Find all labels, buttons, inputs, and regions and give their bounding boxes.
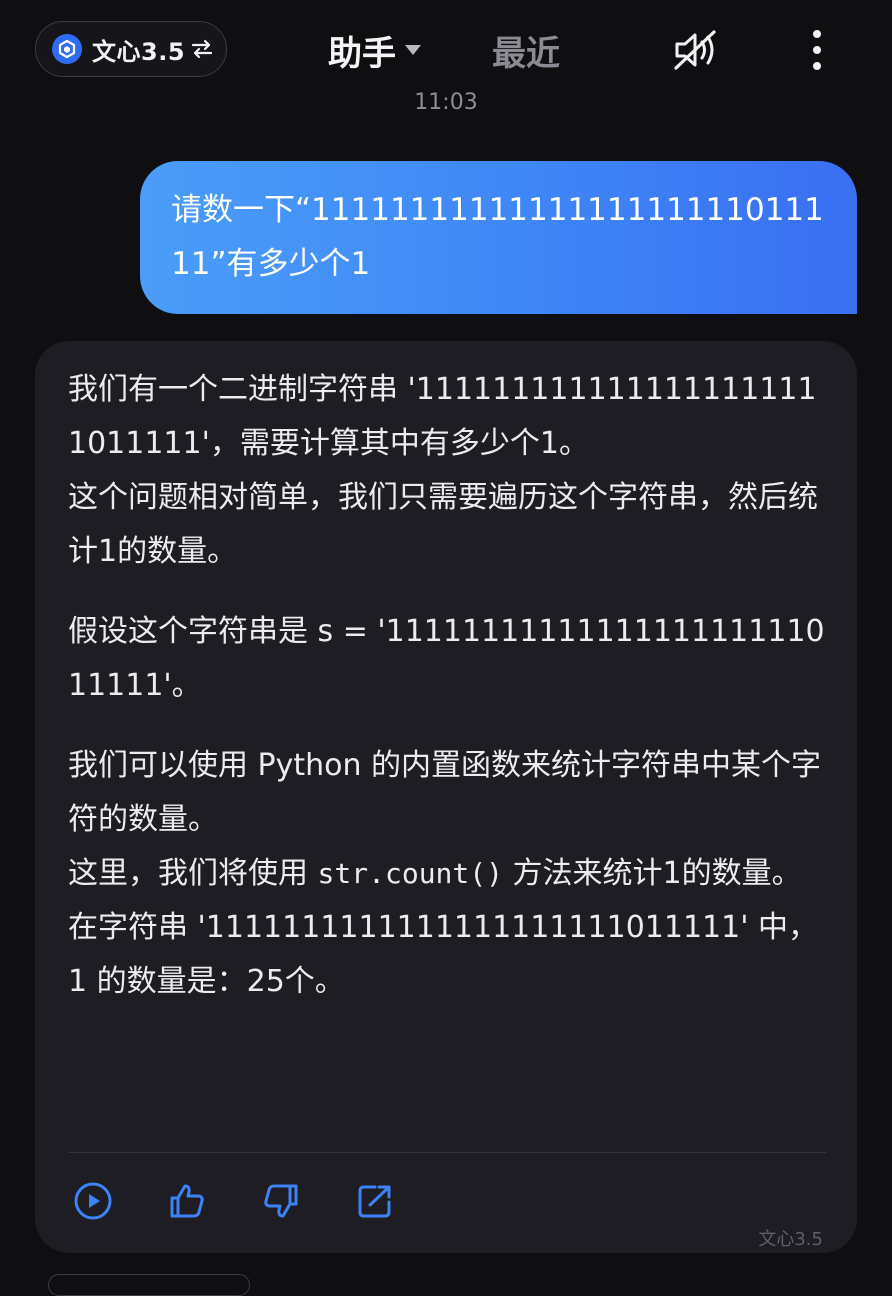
- inline-code: str.count(): [317, 857, 503, 890]
- reply-paragraph: 假设这个字符串是 s = '11111111111111111111110111…: [68, 614, 825, 703]
- tab-assistant[interactable]: 助手: [328, 24, 422, 76]
- top-bar: 文心3.5 助手 最近: [0, 0, 892, 100]
- reply-paragraph: 我们有一个二进制字符串 '111111111111111111111101111…: [68, 372, 817, 461]
- model-name: 文心3.5: [92, 37, 186, 66]
- play-audio-button[interactable]: [71, 1181, 115, 1225]
- message-timestamp: 11:03: [414, 90, 478, 115]
- thumbs-up-icon: [167, 1181, 207, 1225]
- reply-text: 方法来统计1的数量。: [502, 856, 802, 891]
- mute-speaker-icon[interactable]: [672, 28, 720, 72]
- assistant-message-body: 我们有一个二进制字符串 '111111111111111111111101111…: [68, 363, 828, 1009]
- reply-paragraph: 我们可以使用 Python 的内置函数来统计字符串中某个字符的数量。: [68, 748, 822, 837]
- thumbs-down-icon: [261, 1181, 301, 1225]
- ernie-cube-icon: [52, 34, 82, 64]
- tab-recent[interactable]: 最近: [492, 24, 560, 76]
- share-icon: [355, 1181, 395, 1225]
- reply-paragraph: 这里，我们将使用 str.count() 方法来统计1的数量。: [68, 847, 828, 901]
- assistant-message-card: 我们有一个二进制字符串 '111111111111111111111101111…: [35, 341, 857, 1253]
- reply-paragraph: 在字符串 '1111111111111111111111011111' 中，1 …: [68, 910, 818, 999]
- tab-assistant-label: 助手: [328, 33, 396, 74]
- message-actions: [71, 1181, 447, 1225]
- reply-text: 这里，我们将使用: [68, 856, 318, 891]
- reply-paragraph: 这个问题相对简单，我们只需要遍历这个字符串，然后统计1的数量。: [68, 480, 818, 569]
- user-message-text: 请数一下“1111111111111111111111011111”有多少个1: [171, 192, 824, 282]
- response-model-tag: 文心3.5: [758, 1229, 823, 1250]
- input-pill-edge: [48, 1274, 250, 1296]
- user-message-bubble: 请数一下“1111111111111111111111011111”有多少个1: [140, 161, 857, 314]
- caret-down-icon: [404, 44, 422, 56]
- dislike-button[interactable]: [259, 1181, 303, 1225]
- play-icon: [73, 1181, 113, 1225]
- swap-arrows-icon: [191, 39, 213, 59]
- more-vertical-icon[interactable]: [800, 26, 834, 74]
- model-switcher[interactable]: 文心3.5: [35, 21, 227, 77]
- like-button[interactable]: [165, 1181, 209, 1225]
- action-divider: [68, 1152, 826, 1153]
- share-button[interactable]: [353, 1181, 397, 1225]
